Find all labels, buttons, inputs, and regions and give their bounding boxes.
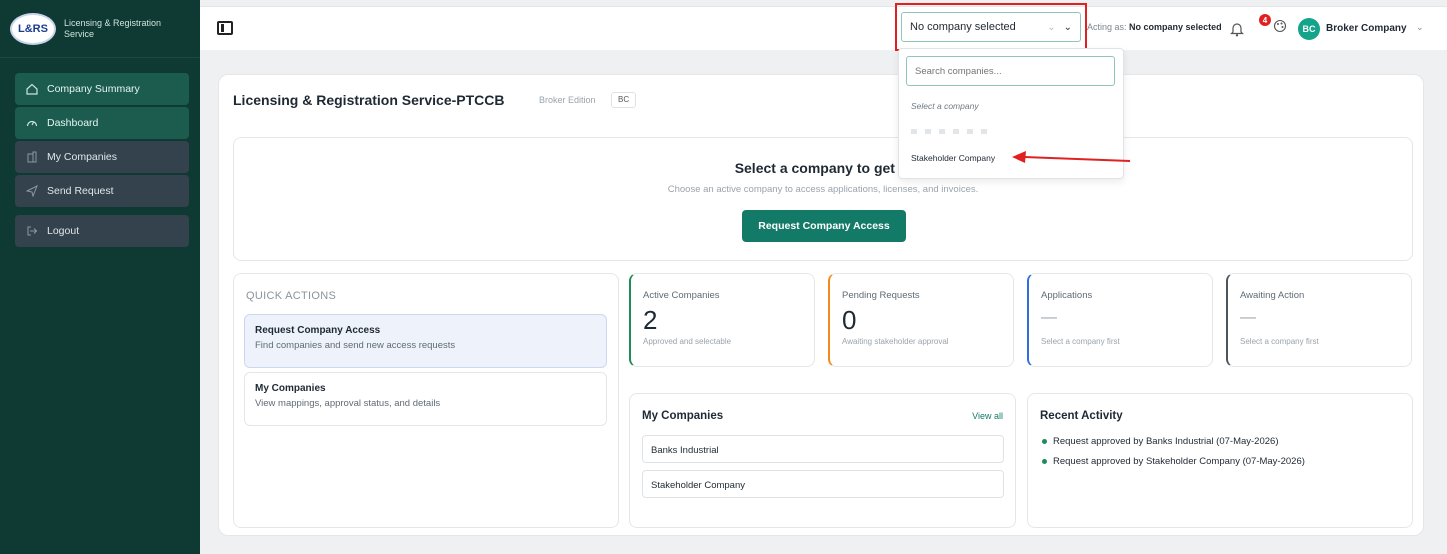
- my-companies-card: My Companies View all Banks Industrial S…: [629, 393, 1016, 528]
- dropdown-placeholder-option[interactable]: [911, 129, 991, 134]
- page-title: Licensing & Registration Service-PTCCB: [233, 92, 505, 108]
- brand-logo: L&RS: [10, 12, 56, 45]
- stat-pending-requests: Pending Requests 0 Awaiting stakeholder …: [828, 273, 1014, 367]
- view-all-link[interactable]: View all: [972, 411, 1003, 421]
- stat-label: Active Companies: [643, 290, 720, 301]
- home-icon: [25, 82, 39, 96]
- edition-label: Broker Edition: [539, 95, 596, 105]
- acting-as: Acting as: No company selected: [1087, 22, 1222, 32]
- stat-active-companies: Active Companies 2 Approved and selectab…: [629, 273, 815, 367]
- dropdown-hint: Select a company: [911, 101, 979, 111]
- request-company-access-button[interactable]: Request Company Access: [742, 210, 906, 242]
- hero-title: Select a company to get st: [734, 160, 912, 176]
- activity-item: Request approved by Banks Industrial (07…: [1042, 436, 1278, 447]
- stat-value: —: [1041, 309, 1057, 326]
- user-name[interactable]: Broker Company: [1326, 23, 1407, 34]
- brand: L&RS Licensing & Registration Service: [0, 0, 200, 58]
- recent-activity-heading: Recent Activity: [1040, 410, 1123, 422]
- company-select[interactable]: No company selected ⌄ ⌄: [901, 12, 1081, 42]
- top-bar: No company selected ⌄ ⌄ Acting as: No com…: [200, 3, 1447, 51]
- stat-subtext: Select a company first: [1041, 337, 1120, 346]
- stat-subtext: Approved and selectable: [643, 337, 732, 346]
- hero-subtitle: Choose an active company to access appli…: [667, 184, 979, 195]
- quick-actions-heading: QUICK ACTIONS: [246, 290, 337, 302]
- bell-icon[interactable]: [1230, 21, 1244, 37]
- sidebar-item-label: Company Summary: [47, 83, 140, 95]
- brand-name: Licensing & Registration Service: [64, 17, 162, 39]
- palette-icon[interactable]: [1273, 19, 1287, 36]
- building-icon: [25, 150, 39, 164]
- chevron-down-icon[interactable]: ⌄: [1416, 22, 1424, 33]
- edition-badge: BC: [611, 92, 637, 108]
- activity-text: Request approved by Stakeholder Company …: [1053, 456, 1305, 467]
- sidebar-toggle-icon[interactable]: [217, 21, 233, 35]
- company-select-value: No company selected: [910, 21, 1016, 33]
- sidebar-item-label: Logout: [47, 225, 80, 237]
- stat-subtext: Awaiting stakeholder approval: [842, 337, 949, 346]
- send-icon: [25, 184, 39, 198]
- notification-badge: 4: [1259, 14, 1271, 26]
- stat-awaiting-action: Awaiting Action — Select a company first: [1226, 273, 1412, 367]
- quick-action-desc: View mappings, approval status, and deta…: [255, 398, 441, 409]
- activity-text: Request approved by Banks Industrial (07…: [1053, 436, 1279, 447]
- quick-action-request-access[interactable]: Request Company Access Find companies an…: [244, 314, 607, 368]
- avatar[interactable]: BC: [1298, 18, 1320, 40]
- acting-as-value: No company selected: [1129, 22, 1222, 32]
- quick-action-title: My Companies: [255, 383, 326, 394]
- stat-label: Pending Requests: [842, 290, 920, 301]
- stat-applications: Applications — Select a company first: [1027, 273, 1213, 367]
- chevron-down-icon: ⌄ ⌄: [1047, 21, 1072, 33]
- sidebar-item-my-companies[interactable]: My Companies: [15, 141, 189, 173]
- company-row[interactable]: Stakeholder Company: [642, 470, 1004, 498]
- status-dot-icon: [1042, 439, 1047, 444]
- sidebar-item-send-request[interactable]: Send Request: [15, 175, 189, 207]
- logout-icon: [25, 224, 39, 238]
- gauge-icon: [25, 116, 39, 130]
- quick-action-desc: Find companies and send new access reque…: [255, 340, 456, 351]
- sidebar-item-dashboard[interactable]: Dashboard: [15, 107, 189, 139]
- dropdown-option[interactable]: Stakeholder Company: [911, 153, 995, 163]
- main-card: Licensing & Registration Service-PTCCB B…: [218, 74, 1424, 536]
- select-company-hero: Select a company to get st Choose an act…: [233, 137, 1413, 261]
- status-dot-icon: [1042, 459, 1047, 464]
- sidebar-item-logout[interactable]: Logout: [15, 215, 189, 247]
- acting-as-label: Acting as:: [1087, 22, 1127, 32]
- sidebar-nav: Company Summary Dashboard My Companies S…: [15, 73, 189, 249]
- stat-value: 2: [643, 305, 658, 335]
- stat-value: 0: [842, 305, 857, 335]
- my-companies-heading: My Companies: [642, 410, 724, 422]
- stat-label: Awaiting Action: [1240, 290, 1305, 301]
- quick-action-title: Request Company Access: [255, 325, 381, 336]
- company-row[interactable]: Banks Industrial: [642, 435, 1004, 463]
- annotation-arrow-icon: [1012, 151, 1131, 163]
- recent-activity-card: Recent Activity Request approved by Bank…: [1027, 393, 1413, 528]
- company-select-highlight: No company selected ⌄ ⌄: [895, 3, 1087, 51]
- stat-value: —: [1240, 309, 1256, 326]
- sidebar-item-label: Send Request: [47, 185, 114, 197]
- quick-actions-card: QUICK ACTIONS Request Company Access Fin…: [233, 273, 619, 528]
- sidebar-item-label: Dashboard: [47, 117, 99, 129]
- sidebar: L&RS Licensing & Registration Service Co…: [0, 0, 200, 554]
- activity-item: Request approved by Stakeholder Company …: [1042, 456, 1305, 467]
- quick-action-my-companies[interactable]: My Companies View mappings, approval sta…: [244, 372, 607, 426]
- sidebar-item-label: My Companies: [47, 151, 118, 163]
- sidebar-item-company-summary[interactable]: Company Summary: [15, 73, 189, 105]
- stat-subtext: Select a company first: [1240, 337, 1319, 346]
- company-search-input[interactable]: [906, 56, 1115, 86]
- stat-label: Applications: [1041, 290, 1093, 301]
